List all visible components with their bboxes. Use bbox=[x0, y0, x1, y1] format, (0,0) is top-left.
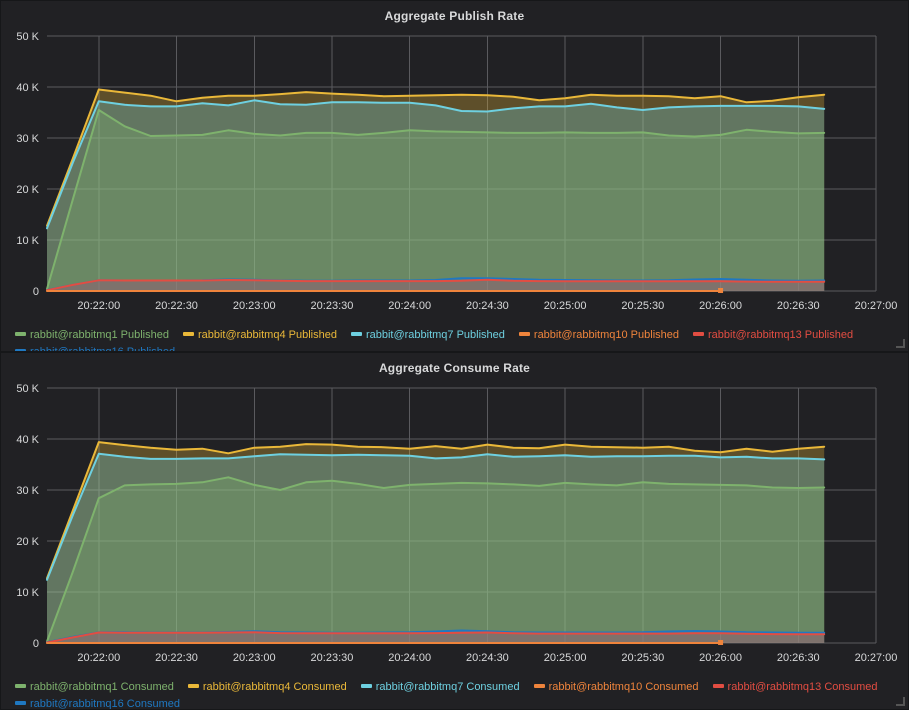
svg-text:20:25:00: 20:25:00 bbox=[544, 652, 587, 664]
svg-text:20:22:30: 20:22:30 bbox=[155, 652, 198, 664]
chart-svg-publish: 0 10 K 20 K 30 K 40 K 50 K 20:22:00 20:22:30 20:… bbox=[1, 26, 909, 323]
svg-text:20:25:00: 20:25:00 bbox=[544, 300, 587, 312]
legend-item[interactable]: rabbit@rabbitmq1 Consumed bbox=[15, 679, 174, 696]
svg-text:50 K: 50 K bbox=[16, 31, 39, 43]
legend-item[interactable]: rabbit@rabbitmq16 Consumed bbox=[15, 696, 180, 710]
legend-item[interactable]: rabbit@rabbitmq1 Published bbox=[15, 327, 169, 344]
legend-item-label: rabbit@rabbitmq13 Consumed bbox=[728, 681, 878, 693]
legend-item-label: rabbit@rabbitmq10 Consumed bbox=[549, 681, 699, 693]
svg-text:20:26:30: 20:26:30 bbox=[777, 300, 820, 312]
legend-item-label: rabbit@rabbitmq10 Published bbox=[534, 329, 679, 341]
legend-consume: rabbit@rabbitmq1 Consumed rabbit@rabbitmq… bbox=[1, 675, 908, 710]
svg-text:20:25:30: 20:25:30 bbox=[621, 300, 664, 312]
svg-text:50 K: 50 K bbox=[16, 383, 39, 395]
svg-text:0: 0 bbox=[33, 286, 39, 298]
svg-text:10 K: 10 K bbox=[16, 235, 39, 247]
svg-text:20:24:30: 20:24:30 bbox=[466, 652, 509, 664]
svg-text:0: 0 bbox=[33, 638, 39, 650]
legend-color-swatch-icon bbox=[713, 684, 724, 688]
svg-text:20:23:30: 20:23:30 bbox=[311, 652, 354, 664]
svg-text:20:24:00: 20:24:00 bbox=[388, 652, 431, 664]
svg-text:20:23:00: 20:23:00 bbox=[233, 300, 276, 312]
svg-text:40 K: 40 K bbox=[16, 434, 39, 446]
svg-text:20:27:00: 20:27:00 bbox=[855, 652, 898, 664]
svg-text:20:26:00: 20:26:00 bbox=[699, 300, 742, 312]
legend-color-swatch-icon bbox=[351, 332, 362, 336]
legend-color-swatch-icon bbox=[183, 332, 194, 336]
legend-item[interactable]: rabbit@rabbitmq16 Published bbox=[15, 344, 175, 352]
legend-color-swatch-icon bbox=[15, 332, 26, 336]
panel-resize-handle-consume[interactable] bbox=[896, 697, 905, 706]
chart-publish-rate[interactable]: 0 10 K 20 K 30 K 40 K 50 K 20:22:00 20:22:30 20:… bbox=[1, 26, 909, 323]
svg-text:10 K: 10 K bbox=[16, 587, 39, 599]
svg-text:20:23:00: 20:23:00 bbox=[233, 652, 276, 664]
legend-item-label: rabbit@rabbitmq1 Published bbox=[30, 329, 169, 341]
legend-item[interactable]: rabbit@rabbitmq13 Published bbox=[693, 327, 853, 344]
svg-text:20:24:00: 20:24:00 bbox=[388, 300, 431, 312]
panel-aggregate-publish-rate: Aggregate Publish Rate 0 10 K 20 K 30 K 40 K… bbox=[0, 0, 909, 352]
page-title: Aggregate Publish Rate bbox=[1, 1, 908, 26]
panel-aggregate-consume-rate: Aggregate Consume Rate 0 10 K 20 K 30 K 40 K… bbox=[0, 352, 909, 710]
legend-color-swatch-icon bbox=[15, 701, 26, 705]
legend-item[interactable]: rabbit@rabbitmq13 Consumed bbox=[713, 679, 878, 696]
legend-item[interactable]: rabbit@rabbitmq7 Consumed bbox=[361, 679, 520, 696]
panel-resize-handle[interactable] bbox=[896, 339, 905, 348]
svg-text:20:23:30: 20:23:30 bbox=[311, 300, 354, 312]
legend-color-swatch-icon bbox=[15, 684, 26, 688]
legend-item-label: rabbit@rabbitmq1 Consumed bbox=[30, 681, 174, 693]
legend-item[interactable]: rabbit@rabbitmq10 Published bbox=[519, 327, 679, 344]
svg-text:20 K: 20 K bbox=[16, 536, 39, 548]
legend-item[interactable]: rabbit@rabbitmq10 Consumed bbox=[534, 679, 699, 696]
svg-text:20:25:30: 20:25:30 bbox=[621, 652, 664, 664]
legend-item-label: rabbit@rabbitmq7 Consumed bbox=[376, 681, 520, 693]
svg-text:20:27:00: 20:27:00 bbox=[855, 300, 898, 312]
svg-text:20:26:30: 20:26:30 bbox=[777, 652, 820, 664]
chart-svg-consume: 0 10 K 20 K 30 K 40 K 50 K 20:22:00 20:22:30 20:… bbox=[1, 378, 909, 675]
legend-item[interactable]: rabbit@rabbitmq4 Published bbox=[183, 327, 337, 344]
legend-color-swatch-icon bbox=[519, 332, 530, 336]
svg-text:30 K: 30 K bbox=[16, 485, 39, 497]
svg-text:20:22:00: 20:22:00 bbox=[77, 300, 120, 312]
svg-text:40 K: 40 K bbox=[16, 82, 39, 94]
svg-text:20 K: 20 K bbox=[16, 184, 39, 196]
legend-color-swatch-icon bbox=[188, 684, 199, 688]
chart-consume-rate[interactable]: 0 10 K 20 K 30 K 40 K 50 K 20:22:00 20:22:30 20:… bbox=[1, 378, 909, 675]
svg-text:20:26:00: 20:26:00 bbox=[699, 652, 742, 664]
svg-text:20:22:00: 20:22:00 bbox=[77, 652, 120, 664]
page-title-consume: Aggregate Consume Rate bbox=[1, 353, 908, 378]
svg-text:20:22:30: 20:22:30 bbox=[155, 300, 198, 312]
legend-item[interactable]: rabbit@rabbitmq7 Published bbox=[351, 327, 505, 344]
legend-item-label: rabbit@rabbitmq13 Published bbox=[708, 329, 853, 341]
svg-text:20:24:30: 20:24:30 bbox=[466, 300, 509, 312]
legend-publish: rabbit@rabbitmq1 Published rabbit@rabbitm… bbox=[1, 323, 908, 352]
legend-item-label: rabbit@rabbitmq4 Consumed bbox=[203, 681, 347, 693]
legend-color-swatch-icon bbox=[361, 684, 372, 688]
legend-item[interactable]: rabbit@rabbitmq4 Consumed bbox=[188, 679, 347, 696]
legend-color-swatch-icon bbox=[534, 684, 545, 688]
svg-text:30 K: 30 K bbox=[16, 133, 39, 145]
legend-item-label: rabbit@rabbitmq4 Published bbox=[198, 329, 337, 341]
legend-item-label: rabbit@rabbitmq16 Consumed bbox=[30, 698, 180, 710]
legend-color-swatch-icon bbox=[693, 332, 704, 336]
legend-item-label: rabbit@rabbitmq7 Published bbox=[366, 329, 505, 341]
